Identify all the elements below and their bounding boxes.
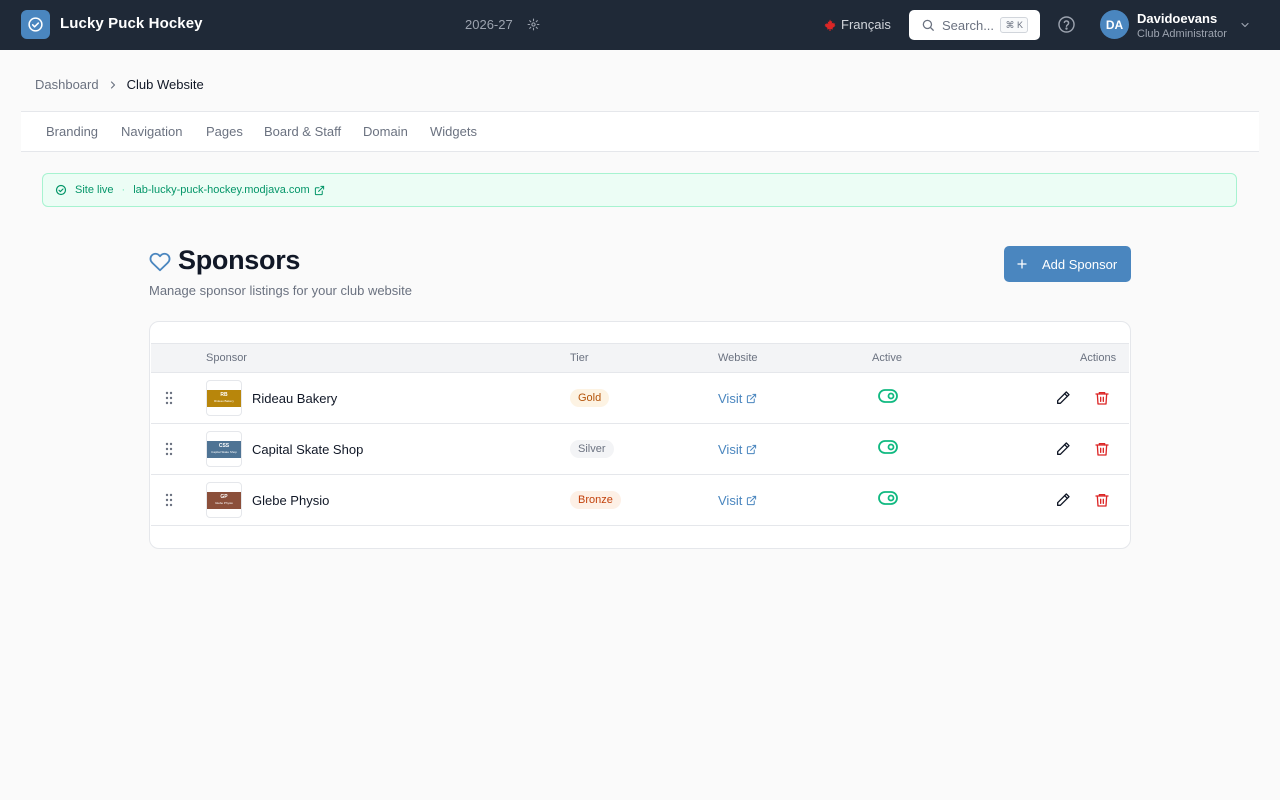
tier-badge: Bronze <box>570 491 621 509</box>
add-sponsor-label: Add Sponsor <box>1042 256 1118 272</box>
check-circle-icon <box>28 17 43 32</box>
sponsor-logo: GP Glebe Physio <box>206 482 242 518</box>
sponsor-logo-image: CSS Capital Skate Shop <box>207 440 241 458</box>
sponsor-logo-caption: Glebe Physio <box>215 501 233 505</box>
external-link-icon[interactable] <box>314 185 325 196</box>
sponsor-name: Capital Skate Shop <box>252 442 364 457</box>
column-website: Website <box>718 352 758 364</box>
app-logo[interactable] <box>21 10 50 39</box>
visit-link[interactable]: Visit <box>718 493 757 508</box>
language-label: Français <box>841 17 891 32</box>
toggle-on-icon[interactable] <box>878 490 898 506</box>
tab-pages[interactable]: Pages <box>206 124 243 139</box>
visit-link[interactable]: Visit <box>718 442 757 457</box>
toggle-on-icon[interactable] <box>878 388 898 404</box>
drag-handle-icon[interactable] <box>165 391 173 405</box>
avatar[interactable]: DA <box>1100 10 1129 39</box>
page-title: Sponsors <box>178 245 301 275</box>
tab-board-staff[interactable]: Board & Staff <box>264 124 341 139</box>
external-link-icon <box>747 495 757 506</box>
column-tier: Tier <box>570 352 589 364</box>
column-sponsor: Sponsor <box>206 352 247 364</box>
page-subtitle: Manage sponsor listings for your club we… <box>149 283 413 298</box>
site-live-banner: Site live · lab-lucky-puck-hockey.modjav… <box>42 173 1237 207</box>
season-label: 2026-27 <box>465 17 513 32</box>
chevron-right-icon <box>110 80 115 89</box>
tab-navigation[interactable]: Navigation <box>121 124 182 139</box>
gear-icon[interactable] <box>527 18 540 31</box>
sponsor-logo: CSS Capital Skate Shop <box>206 431 242 467</box>
banner-separator: · <box>121 184 126 196</box>
drag-handle-icon[interactable] <box>165 493 173 507</box>
check-circle-icon <box>55 184 67 196</box>
breadcrumb-dashboard[interactable]: Dashboard <box>35 77 99 92</box>
tier-badge: Silver <box>570 440 614 458</box>
sponsor-name: Glebe Physio <box>252 493 330 508</box>
tab-widgets[interactable]: Widgets <box>430 124 477 139</box>
table-row: RB Rideau Bakery Rideau Bakery Gold Visi… <box>151 373 1129 424</box>
visit-link[interactable]: Visit <box>718 391 757 406</box>
tab-domain[interactable]: Domain <box>363 124 408 139</box>
chevron-down-icon[interactable] <box>1239 19 1251 31</box>
heart-icon <box>149 251 171 273</box>
search-placeholder: Search... <box>942 17 995 33</box>
trash-icon[interactable] <box>1094 492 1110 508</box>
pencil-icon[interactable] <box>1055 441 1071 457</box>
user-role: Club Administrator <box>1137 28 1227 40</box>
column-active: Active <box>872 352 902 364</box>
toggle-on-icon[interactable] <box>878 439 898 455</box>
tab-branding[interactable]: Branding <box>46 124 98 139</box>
sponsor-logo-image: RB Rideau Bakery <box>207 389 241 407</box>
maple-leaf-icon <box>824 19 836 31</box>
breadcrumb-current: Club Website <box>126 77 204 92</box>
tier-badge: Gold <box>570 389 610 407</box>
sponsor-name: Rideau Bakery <box>252 391 338 406</box>
sponsor-logo-caption: Capital Skate Shop <box>211 450 237 454</box>
section-tabs: Branding Navigation Pages Board & Staff … <box>21 111 1259 152</box>
drag-handle-icon[interactable] <box>165 442 173 456</box>
pencil-icon[interactable] <box>1055 390 1071 406</box>
pencil-icon[interactable] <box>1055 492 1071 508</box>
table-header: Sponsor Tier Website Active Actions <box>151 343 1129 373</box>
external-link-icon <box>747 393 757 404</box>
trash-icon[interactable] <box>1094 441 1110 457</box>
language-switch[interactable]: Français <box>824 17 891 32</box>
site-status: Site live <box>75 184 114 196</box>
visit-label: Visit <box>718 442 743 457</box>
top-bar: Lucky Puck Hockey 2026-27 Français Searc… <box>0 0 1280 50</box>
visit-label: Visit <box>718 493 743 508</box>
search-shortcut: ⌘ K <box>1000 17 1028 33</box>
add-sponsor-button[interactable]: Add Sponsor <box>1004 246 1131 282</box>
sponsor-logo-caption: Rideau Bakery <box>214 399 234 403</box>
app-title: Lucky Puck Hockey <box>60 15 203 32</box>
user-name[interactable]: Davidoevans <box>1137 11 1217 26</box>
breadcrumb: Dashboard Club Website <box>35 77 204 92</box>
site-url-link[interactable]: lab-lucky-puck-hockey.modjava.com <box>133 184 309 196</box>
search-input[interactable]: Search... ⌘ K <box>909 10 1040 40</box>
trash-icon[interactable] <box>1094 390 1110 406</box>
sponsor-logo-image: GP Glebe Physio <box>207 491 241 509</box>
visit-label: Visit <box>718 391 743 406</box>
help-circle-icon[interactable] <box>1057 15 1076 34</box>
column-actions: Actions <box>1080 352 1117 364</box>
search-icon <box>922 19 934 31</box>
plus-icon <box>1017 259 1027 269</box>
external-link-icon <box>747 444 757 455</box>
sponsor-logo: RB Rideau Bakery <box>206 380 242 416</box>
table-row: CSS Capital Skate Shop Capital Skate Sho… <box>151 424 1129 475</box>
table-row: GP Glebe Physio Glebe Physio Bronze Visi… <box>151 475 1129 526</box>
